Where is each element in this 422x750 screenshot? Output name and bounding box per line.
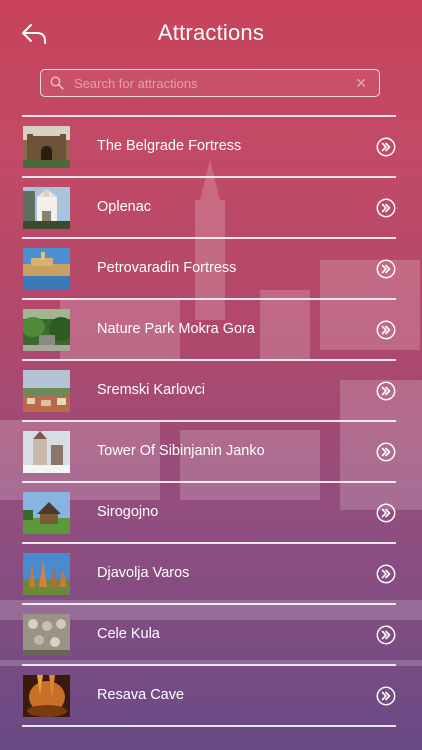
fortress-photo bbox=[23, 125, 70, 168]
list-item[interactable]: Sirogojno bbox=[22, 483, 396, 543]
search-bar[interactable]: ✕ bbox=[40, 69, 380, 97]
list-item[interactable]: Djavolja Varos bbox=[22, 544, 396, 604]
village-house-photo bbox=[23, 491, 70, 534]
list-item[interactable]: Sremski Karlovci bbox=[22, 361, 396, 421]
list-item[interactable]: Nature Park Mokra Gora bbox=[22, 300, 396, 360]
winter-tower-photo bbox=[23, 430, 70, 473]
double-chevron-right-icon[interactable] bbox=[376, 259, 396, 279]
attractions-list: The Belgrade Fortress Oplenac Petrovarad… bbox=[22, 115, 396, 727]
rock-formations-photo bbox=[23, 552, 70, 595]
double-chevron-right-icon[interactable] bbox=[376, 564, 396, 584]
forest-photo bbox=[23, 308, 70, 351]
list-item-label: Petrovaradin Fortress bbox=[97, 259, 237, 276]
double-chevron-right-icon[interactable] bbox=[376, 381, 396, 401]
cave-photo bbox=[23, 674, 70, 717]
river-fortress-photo bbox=[23, 247, 70, 290]
list-item-label: Djavolja Varos bbox=[97, 564, 190, 581]
list-item-label: Tower Of Sibinjanin Janko bbox=[97, 442, 265, 459]
list-item-label: Cele Kula bbox=[97, 625, 160, 642]
list-item[interactable]: Cele Kula bbox=[22, 605, 396, 665]
list-item-label: The Belgrade Fortress bbox=[97, 137, 242, 154]
close-icon[interactable]: ✕ bbox=[355, 74, 367, 92]
town-photo bbox=[23, 369, 70, 412]
double-chevron-right-icon[interactable] bbox=[376, 625, 396, 645]
double-chevron-right-icon[interactable] bbox=[376, 503, 396, 523]
double-chevron-right-icon[interactable] bbox=[376, 198, 396, 218]
search-input[interactable] bbox=[74, 72, 344, 94]
list-item-label: Nature Park Mokra Gora bbox=[97, 320, 255, 337]
skull-tower-photo bbox=[23, 613, 70, 656]
list-item-label: Sirogojno bbox=[97, 503, 159, 520]
list-item-label: Oplenac bbox=[97, 198, 152, 215]
list-item[interactable]: Oplenac bbox=[22, 178, 396, 238]
list-item[interactable]: Tower Of Sibinjanin Janko bbox=[22, 422, 396, 482]
page-title: Attractions bbox=[157, 20, 265, 45]
list-item[interactable]: The Belgrade Fortress bbox=[22, 117, 396, 177]
double-chevron-right-icon[interactable] bbox=[376, 686, 396, 706]
list-item-label: Resava Cave bbox=[97, 686, 185, 703]
list-item-label: Sremski Karlovci bbox=[97, 381, 205, 398]
list-item[interactable]: Resava Cave bbox=[22, 666, 396, 726]
list-item[interactable]: Petrovaradin Fortress bbox=[22, 239, 396, 299]
double-chevron-right-icon[interactable] bbox=[376, 442, 396, 462]
double-chevron-right-icon[interactable] bbox=[376, 137, 396, 157]
double-chevron-right-icon[interactable] bbox=[376, 320, 396, 340]
search-icon bbox=[50, 76, 64, 90]
church-photo bbox=[23, 186, 70, 229]
header-bar: Attractions bbox=[0, 0, 422, 66]
list-divider bbox=[22, 725, 396, 727]
